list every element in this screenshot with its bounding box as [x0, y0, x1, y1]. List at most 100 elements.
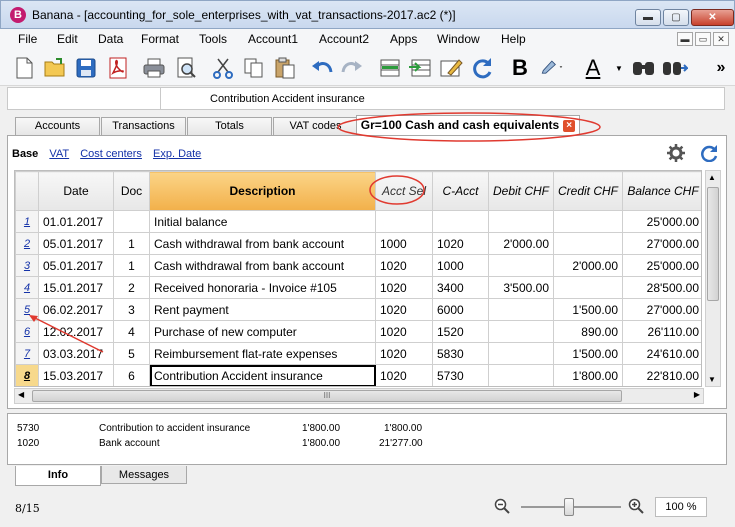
cell-credit[interactable]: [553, 276, 623, 299]
copy-icon[interactable]: [241, 55, 267, 81]
cell-balance[interactable]: 22'810.00: [622, 364, 701, 386]
menu-tools[interactable]: Tools: [199, 32, 227, 46]
cell-c-acct[interactable]: 3400: [432, 276, 489, 299]
cell-acct-sel[interactable]: 1020: [375, 364, 433, 386]
cell-debit[interactable]: 3'500.00: [488, 276, 554, 299]
table-row[interactable]: 4 15.01.2017 2 Received honoraria - Invo…: [15, 276, 701, 299]
table-row[interactable]: 3 05.01.2017 1 Cash withdrawal from bank…: [15, 254, 701, 277]
paste-icon[interactable]: [272, 55, 298, 81]
column-header-doc[interactable]: Doc: [113, 171, 150, 211]
cell-balance[interactable]: 24'610.00: [622, 342, 701, 365]
cell-acct-sel[interactable]: 1020: [375, 320, 433, 343]
zoom-slider-thumb[interactable]: [564, 498, 574, 516]
cell-doc[interactable]: 1: [113, 254, 150, 277]
cell-description[interactable]: Reimbursement flat-rate expenses: [149, 342, 376, 365]
vertical-scroll-thumb[interactable]: [707, 187, 719, 301]
cell-doc[interactable]: 3: [113, 298, 150, 321]
menu-edit[interactable]: Edit: [57, 32, 78, 46]
column-header-acct-sel[interactable]: Acct Sel: [375, 171, 433, 211]
bold-icon[interactable]: B: [507, 55, 533, 81]
tab-group-cash[interactable]: Gr=100 Cash and cash equivalents ×: [356, 115, 580, 136]
zoom-in-icon[interactable]: [628, 498, 644, 514]
cell-date[interactable]: 15.01.2017: [38, 276, 114, 299]
cell-description-current[interactable]: Contribution Accident insurance: [149, 364, 376, 386]
cell-doc[interactable]: 4: [113, 320, 150, 343]
cell-date[interactable]: 05.01.2017: [38, 232, 114, 255]
view-cost-centers[interactable]: Cost centers: [80, 148, 142, 160]
recalculate-icon[interactable]: [469, 55, 495, 81]
cell-c-acct[interactable]: 5830: [432, 342, 489, 365]
gear-icon[interactable]: [667, 144, 685, 162]
column-header-date[interactable]: Date: [38, 171, 114, 211]
cell-acct-sel[interactable]: 1020: [375, 276, 433, 299]
cell-balance[interactable]: 27'000.00: [622, 298, 701, 321]
cell-doc[interactable]: [113, 210, 150, 233]
redo-icon[interactable]: [339, 55, 365, 81]
cell-doc[interactable]: 6: [113, 364, 150, 386]
column-header-debit[interactable]: Debit CHF: [488, 171, 554, 211]
new-file-icon[interactable]: [11, 55, 37, 81]
highlight-color-icon[interactable]: [538, 55, 564, 81]
delete-rows-icon[interactable]: [408, 55, 434, 81]
cell-description[interactable]: Received honoraria - Invoice #105: [149, 276, 376, 299]
cell-debit[interactable]: [488, 320, 554, 343]
zoom-out-icon[interactable]: [494, 498, 510, 514]
menu-format[interactable]: Format: [141, 32, 179, 46]
maximize-button[interactable]: ▢: [663, 9, 689, 26]
column-header-c-acct[interactable]: C-Acct: [432, 171, 489, 211]
cell-content-bar[interactable]: Contribution Accident insurance: [7, 87, 725, 110]
view-exp-date[interactable]: Exp. Date: [153, 148, 201, 160]
cell-description[interactable]: Initial balance: [149, 210, 376, 233]
cell-doc[interactable]: 2: [113, 276, 150, 299]
cell-acct-sel[interactable]: 1000: [375, 232, 433, 255]
text-color-icon[interactable]: A: [580, 55, 606, 81]
menu-window[interactable]: Window: [437, 32, 480, 46]
cell-balance[interactable]: 27'000.00: [622, 232, 701, 255]
row-number[interactable]: 6: [15, 320, 39, 343]
cell-date[interactable]: 03.03.2017: [38, 342, 114, 365]
refresh-icon[interactable]: [700, 144, 718, 163]
table-row[interactable]: 5 06.02.2017 3 Rent payment 1020 6000 1'…: [15, 298, 701, 321]
print-icon[interactable]: [141, 55, 167, 81]
column-header-description[interactable]: Description: [149, 171, 376, 211]
scroll-left-icon[interactable]: ◀: [18, 390, 24, 399]
scroll-down-icon[interactable]: ▼: [708, 375, 716, 384]
row-number[interactable]: 8: [15, 364, 39, 386]
mdi-close-button[interactable]: ✕: [713, 32, 729, 46]
menu-help[interactable]: Help: [501, 32, 526, 46]
horizontal-scrollbar[interactable]: ◀ III ▶: [14, 388, 704, 404]
cell-debit[interactable]: 2'000.00: [488, 232, 554, 255]
transactions-grid[interactable]: Date Doc Description Acct Sel C-Acct Deb…: [14, 170, 702, 387]
cell-acct-sel[interactable]: 1020: [375, 342, 433, 365]
cell-acct-sel[interactable]: 1020: [375, 254, 433, 277]
cell-date[interactable]: 05.01.2017: [38, 254, 114, 277]
tab-accounts[interactable]: Accounts: [15, 117, 100, 135]
cell-c-acct[interactable]: 5730: [432, 364, 489, 386]
cell-acct-sel[interactable]: [375, 210, 433, 233]
row-number[interactable]: 5: [15, 298, 39, 321]
scroll-right-icon[interactable]: ▶: [694, 390, 700, 399]
cell-credit[interactable]: 1'500.00: [553, 298, 623, 321]
column-header-credit[interactable]: Credit CHF: [553, 171, 623, 211]
cell-date[interactable]: 15.03.2017: [38, 364, 114, 386]
cell-description[interactable]: Cash withdrawal from bank account: [149, 232, 376, 255]
cell-credit[interactable]: [553, 210, 623, 233]
minimize-button[interactable]: ▬: [635, 9, 661, 26]
save-icon[interactable]: [73, 55, 99, 81]
tab-totals[interactable]: Totals: [187, 117, 272, 135]
menu-data[interactable]: Data: [98, 32, 123, 46]
table-row[interactable]: 2 05.01.2017 1 Cash withdrawal from bank…: [15, 232, 701, 255]
cell-date[interactable]: 06.02.2017: [38, 298, 114, 321]
table-row-current[interactable]: 8 15.03.2017 6 Contribution Accident ins…: [15, 364, 701, 386]
close-tab-icon[interactable]: ×: [563, 119, 576, 132]
open-folder-icon[interactable]: [42, 55, 68, 81]
cell-balance[interactable]: 26'110.00: [622, 320, 701, 343]
text-color-dropdown-icon[interactable]: ▼: [606, 55, 632, 81]
cell-description[interactable]: Purchase of new computer: [149, 320, 376, 343]
cell-c-acct[interactable]: 1020: [432, 232, 489, 255]
menu-file[interactable]: File: [18, 32, 37, 46]
cell-credit[interactable]: 890.00: [553, 320, 623, 343]
table-row[interactable]: 6 12.02.2017 4 Purchase of new computer …: [15, 320, 701, 343]
row-number[interactable]: 4: [15, 276, 39, 299]
print-preview-icon[interactable]: [173, 55, 199, 81]
